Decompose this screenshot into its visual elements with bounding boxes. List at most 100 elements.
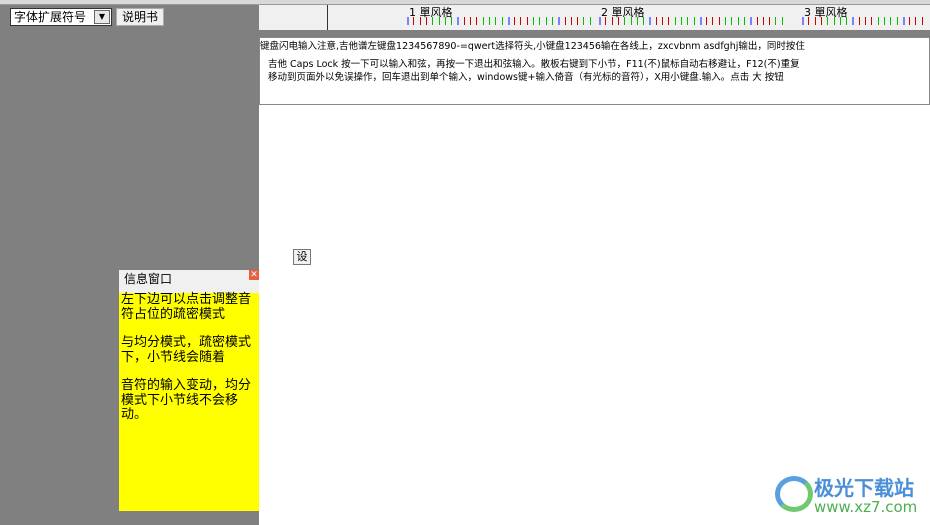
- ruler-tick: [743, 17, 745, 25]
- ruler-tick: [605, 17, 607, 25]
- ruler-tick: [865, 17, 866, 25]
- input-notice: 键盘闪电输入注意,吉他谱左键盘1234567890-=qwert选择符头,小键盘…: [259, 37, 930, 105]
- ruler-tick: [545, 17, 547, 25]
- ruler-tick: [476, 17, 478, 25]
- ruler-tick: [636, 17, 638, 25]
- ruler-tick: [589, 17, 591, 25]
- ruler-tick: [463, 17, 465, 25]
- ruler-tick: [762, 17, 764, 25]
- ruler-tick: [871, 17, 873, 25]
- score-canvas[interactable]: [259, 105, 930, 525]
- chevron-down-icon[interactable]: ▼: [94, 10, 110, 24]
- notice-line: 移动到页面外以免误操作，回车退出到单个输入，windows键+输入倚音（有光标的…: [268, 72, 784, 83]
- ruler-tick: [781, 17, 783, 25]
- ruler-tick: [655, 17, 657, 25]
- ruler-tick: [630, 17, 632, 25]
- ruler-tick: [599, 17, 601, 25]
- close-icon[interactable]: ✕: [249, 270, 259, 280]
- ruler-tick: [769, 17, 771, 25]
- ruler-tick: [413, 17, 415, 25]
- info-paragraph: 左下边可以点击调整音符占位的疏密模式: [121, 292, 252, 322]
- ruler-tick: [909, 17, 911, 25]
- ruler-tick: [668, 17, 670, 25]
- ruler-tick: [558, 17, 561, 25]
- ruler-tick: [737, 17, 739, 25]
- ruler-divider: [327, 5, 328, 30]
- ruler-tick: [501, 17, 503, 25]
- ruler-tick: [839, 17, 841, 25]
- ruler-tick: [611, 17, 613, 25]
- ruler-tick: [731, 17, 733, 25]
- ruler-tick: [706, 17, 708, 25]
- ruler-tick: [833, 17, 835, 25]
- info-window: 信息窗口 ✕ 左下边可以点击调整音符占位的疏密模式 与均分模式，疏密模式下，小节…: [119, 270, 259, 511]
- ruler-tick: [570, 17, 572, 25]
- watermark-logo: 极光下载站 www.xz7.com: [770, 470, 930, 520]
- ruler-tick: [674, 17, 676, 25]
- ruler-tick: [495, 17, 497, 25]
- ruler-tick: [507, 17, 510, 25]
- watermark-name: 极光下载站: [814, 476, 914, 500]
- ruler-tick: [896, 17, 898, 25]
- ruler-tick: [539, 17, 541, 25]
- ruler-tick: [699, 17, 702, 25]
- select-value: 字体扩展符号: [14, 10, 87, 24]
- manual-button[interactable]: 说明书: [116, 8, 164, 26]
- ruler-tick: [583, 17, 585, 25]
- ruler-tick: [444, 17, 446, 25]
- ruler-tick: [662, 17, 663, 25]
- ruler-tick: [750, 17, 753, 25]
- ruler-tick: [725, 17, 726, 25]
- ruler-tick: [457, 17, 460, 25]
- measure-label: 1 單风格: [409, 6, 453, 19]
- ruler-tick: [482, 17, 484, 25]
- info-window-body: 左下边可以点击调整音符占位的疏密模式 与均分模式，疏密模式下，小节线会随着 音符…: [119, 292, 259, 511]
- ruler-tick: [514, 17, 516, 25]
- notice-line: 键盘闪电输入注意,吉他谱左键盘1234567890-=qwert选择符头,小键盘…: [260, 41, 805, 52]
- ruler-tick: [858, 17, 860, 25]
- ruler-tick: [551, 17, 553, 25]
- ruler-tick: [419, 17, 421, 25]
- ruler-tick: [451, 17, 453, 25]
- ruler-tick: [533, 17, 534, 25]
- measure-ruler[interactable]: 1 單风格 2 單风格 3 單风格: [259, 5, 930, 30]
- ruler-tick: [846, 17, 848, 25]
- settings-button[interactable]: 设: [293, 249, 311, 265]
- ruler-tick: [890, 17, 892, 25]
- ruler-tick: [488, 17, 490, 25]
- ruler-tick: [775, 17, 777, 25]
- watermark-url: www.xz7.com: [814, 498, 918, 516]
- ruler-tick: [432, 17, 434, 25]
- ruler-tick: [877, 17, 879, 25]
- ruler-tick: [718, 17, 720, 25]
- ruler-tick: [756, 17, 758, 25]
- ruler-tick: [520, 17, 522, 25]
- ruler-tick: [687, 17, 689, 25]
- ruler-tick: [852, 17, 855, 25]
- ruler-tick: [564, 17, 566, 25]
- ruler-tick: [883, 17, 885, 25]
- ruler-tick: [643, 17, 645, 25]
- info-paragraph: 音符的输入变动，均分模式下小节线不会移动。: [121, 378, 252, 422]
- font-extension-select[interactable]: 字体扩展符号 ▼: [10, 8, 112, 26]
- ruler-tick: [902, 17, 905, 25]
- ruler-tick: [921, 17, 923, 25]
- ruler-tick: [577, 17, 579, 25]
- info-window-title: 信息窗口: [124, 272, 173, 286]
- ruler-tick: [617, 17, 619, 25]
- ruler-tick: [407, 17, 409, 25]
- ruler-tick: [680, 17, 682, 25]
- ruler-tick: [438, 17, 440, 25]
- logo-swirl-icon: [775, 476, 813, 512]
- ruler-tick: [802, 17, 804, 25]
- ruler-tick: [693, 17, 695, 25]
- info-paragraph: 与均分模式，疏密模式下，小节线会随着: [121, 335, 252, 365]
- ruler-tick: [915, 17, 917, 25]
- ruler-tick: [470, 17, 471, 25]
- measure-label: 2 單风格: [601, 6, 645, 19]
- ruler-tick: [827, 17, 829, 25]
- ruler-tick: [808, 17, 810, 25]
- ruler-tick: [526, 17, 528, 25]
- measure-label: 3 單风格: [804, 6, 848, 19]
- ruler-tick: [820, 17, 822, 25]
